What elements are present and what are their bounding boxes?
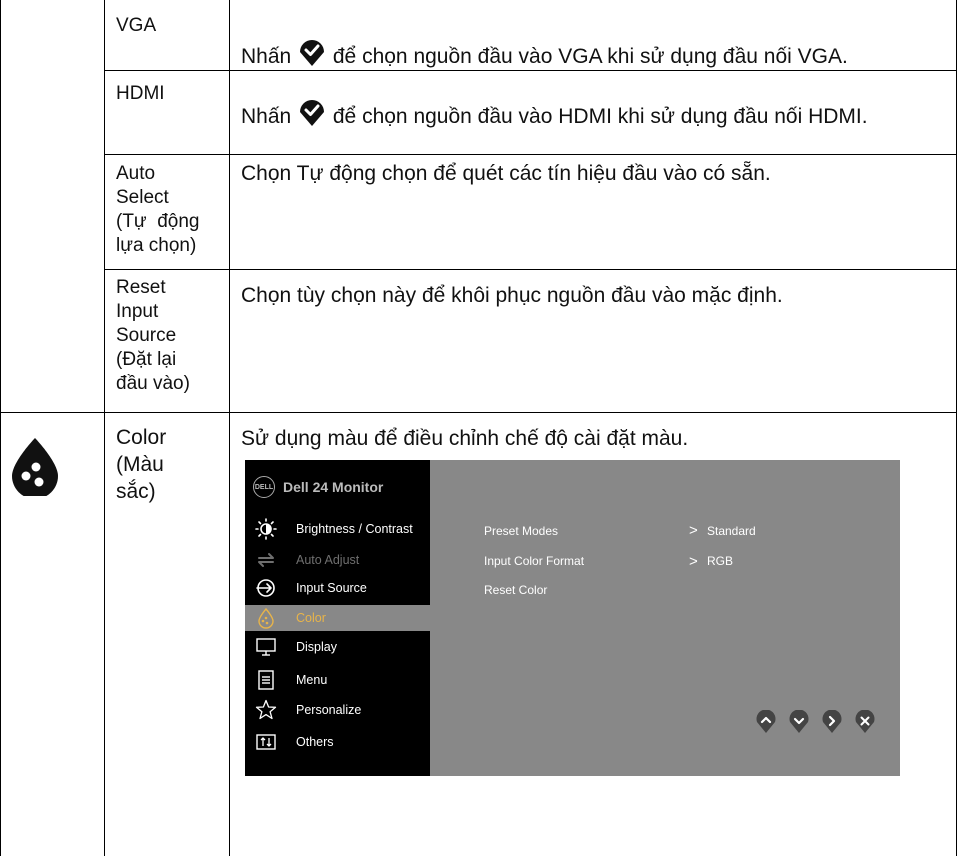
osd-menu-label: Input Source: [296, 581, 367, 595]
check-button-icon: [300, 100, 325, 126]
osd-menu-label: Auto Adjust: [296, 553, 360, 567]
row-divider: [104, 70, 957, 71]
osd-menu-display[interactable]: Display: [245, 634, 430, 660]
label-line: lựa chọn): [116, 235, 197, 256]
brightness-icon: [255, 518, 277, 540]
desc-text: Chọn tùy chọn này để khôi phục nguồn đầu…: [241, 284, 783, 307]
osd-option-reset-color[interactable]: Reset Color: [484, 583, 547, 597]
star-icon: [255, 699, 277, 721]
desc-text: để chọn nguồn đầu vào HDMI khi sử dụng đ…: [327, 105, 868, 128]
row-desc-vga: Nhấn để chọn nguồn đầu vào VGA khi sử dụ…: [241, 35, 951, 70]
osd-menu-label: Menu: [296, 673, 328, 687]
label-line: HDMI: [116, 83, 165, 104]
close-button[interactable]: [854, 710, 876, 734]
label-line: (Màu: [116, 453, 164, 476]
row-label-auto-select: Auto Select (Tự động lựa chọn): [116, 162, 221, 258]
osd-option-value: Standard: [707, 524, 756, 538]
desc-text: Sử dụng màu để điều chỉnh chế độ cài đặt…: [241, 427, 689, 450]
osd-menu-menu[interactable]: Menu: [245, 667, 430, 693]
osd-menu-label: Display: [296, 640, 337, 654]
row-label-vga: VGA: [116, 14, 156, 38]
down-button[interactable]: [788, 710, 810, 734]
row-label-reset-input-source: Reset Input Source (Đặt lại đầu vào): [116, 276, 221, 396]
osd-option-arrow: >: [689, 522, 698, 539]
osd-option-preset-modes[interactable]: Preset Modes: [484, 524, 558, 538]
osd-option-arrow: >: [689, 553, 698, 570]
color-drop-icon: [12, 438, 58, 496]
right-button[interactable]: [821, 710, 843, 734]
table-divider-1: [104, 0, 105, 856]
row-desc-color: Sử dụng màu để điều chỉnh chế độ cài đặt…: [241, 425, 951, 452]
table-divider-2: [229, 0, 230, 856]
desc-text: để chọn nguồn đầu vào VGA khi sử dụng đầ…: [327, 45, 848, 68]
label-line: Source: [116, 325, 177, 346]
osd-menu-others[interactable]: Others: [245, 729, 430, 755]
label-line: Auto: [116, 163, 156, 184]
row-label-hdmi: HDMI: [116, 82, 165, 106]
osd-menu-sidebar: DELL Dell 24 Monitor Brightness / Contra…: [245, 460, 430, 776]
label-line: Input: [116, 301, 159, 322]
check-button-icon: [300, 40, 325, 66]
osd-menu-brightness-contrast[interactable]: Brightness / Contrast: [245, 516, 430, 542]
row-divider: [104, 154, 957, 155]
label-line: (Tự động: [116, 211, 200, 232]
osd-menu-input-source[interactable]: Input Source: [245, 575, 430, 601]
row-desc-auto-select: Chọn Tự động chọn để quét các tín hiệu đ…: [241, 160, 951, 187]
up-button[interactable]: [755, 710, 777, 734]
row-label-color: Color (Màu sắc): [116, 424, 221, 505]
row-divider: [104, 269, 957, 270]
row-desc-hdmi: Nhấn để chọn nguồn đầu vào HDMI khi sử d…: [241, 95, 947, 130]
desc-text: Chọn Tự động chọn để quét các tín hiệu đ…: [241, 162, 771, 185]
osd-option-input-color-format[interactable]: Input Color Format: [484, 554, 584, 568]
osd-menu-label: Color: [296, 611, 326, 625]
desc-text: Nhấn: [241, 45, 298, 68]
osd-header: DELL Dell 24 Monitor: [253, 476, 383, 498]
osd-menu-label: Brightness / Contrast: [296, 522, 413, 536]
osd-menu-personalize[interactable]: Personalize: [245, 697, 430, 723]
menu-icon: [255, 669, 277, 691]
label-line: (Đặt lại: [116, 349, 177, 370]
label-line: Select: [116, 187, 169, 208]
row-divider: [0, 412, 957, 413]
auto-adjust-icon: [255, 549, 277, 571]
label-line: Reset: [116, 277, 166, 298]
label-line: đầu vào): [116, 373, 190, 394]
osd-title: Dell 24 Monitor: [283, 479, 384, 495]
label-line: sắc): [116, 480, 156, 503]
osd-option-value: RGB: [707, 554, 734, 568]
osd-menu-label: Personalize: [296, 703, 362, 717]
color-icon: [255, 607, 277, 629]
label-line: Color: [116, 426, 167, 449]
desc-text: Nhấn: [241, 105, 298, 128]
row-desc-reset-input-source: Chọn tùy chọn này để khôi phục nguồn đầu…: [241, 282, 951, 309]
osd-menu-auto-adjust[interactable]: Auto Adjust: [245, 547, 430, 573]
input-source-icon: [255, 577, 277, 599]
display-icon: [255, 636, 277, 658]
others-icon: [255, 731, 277, 753]
osd-menu-label: Others: [296, 735, 334, 749]
label-line: VGA: [116, 15, 157, 36]
osd-menu-color[interactable]: Color: [245, 605, 430, 631]
dell-logo: DELL: [253, 476, 275, 498]
table-border-left: [0, 0, 1, 856]
